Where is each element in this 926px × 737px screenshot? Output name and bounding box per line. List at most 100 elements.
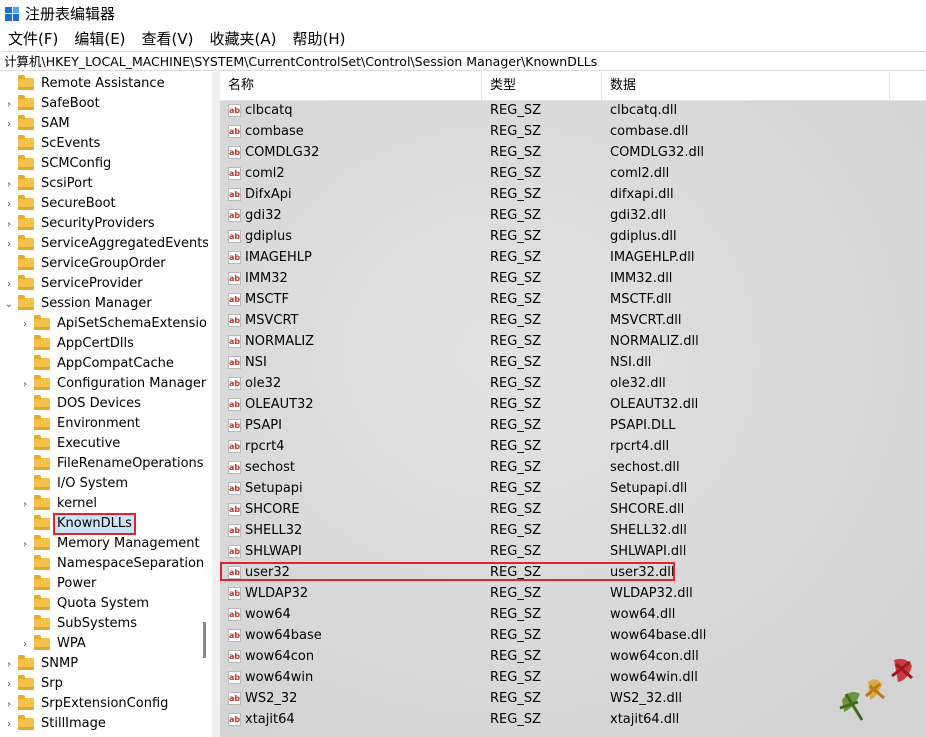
menu-file[interactable]: 文件(F) <box>0 28 66 50</box>
key-tree[interactable]: Remote Assistance › SafeBoot › SAM ScEvents SC… <box>0 72 208 737</box>
chevron-right-icon[interactable]: › <box>4 114 14 134</box>
tree-item[interactable]: › kernel <box>20 494 99 514</box>
value-row[interactable]: ab sechost REG_SZ sechost.dll <box>220 457 926 478</box>
value-row[interactable]: ab SHELL32 REG_SZ SHELL32.dll <box>220 520 926 541</box>
value-row[interactable]: ab DifxApi REG_SZ difxapi.dll <box>220 184 926 205</box>
tree-item[interactable]: › ApiSetSchemaExtensions <box>20 314 208 334</box>
chevron-right-icon[interactable]: › <box>4 674 14 694</box>
tree-item[interactable]: › SecurityProviders <box>4 214 157 234</box>
chevron-right-icon[interactable]: › <box>20 494 30 514</box>
chevron-right-icon[interactable]: › <box>4 214 14 234</box>
value-row[interactable]: ab gdiplus REG_SZ gdiplus.dll <box>220 226 926 247</box>
value-row[interactable]: ab NSI REG_SZ NSI.dll <box>220 352 926 373</box>
tree-item[interactable]: › Memory Management <box>20 534 202 554</box>
chevron-right-icon[interactable]: › <box>4 174 14 194</box>
tree-item[interactable]: ServiceGroupOrder <box>4 254 168 274</box>
chevron-right-icon[interactable]: › <box>4 654 14 674</box>
chevron-right-icon[interactable]: › <box>4 274 14 294</box>
value-row[interactable]: ab MSVCRT REG_SZ MSVCRT.dll <box>220 310 926 331</box>
column-header-data[interactable]: 数据 <box>602 72 890 100</box>
pane-splitter[interactable] <box>212 72 220 737</box>
value-row[interactable]: ab coml2 REG_SZ coml2.dll <box>220 163 926 184</box>
tree-item[interactable]: I/O System <box>20 474 130 494</box>
value-row[interactable]: ab OLEAUT32 REG_SZ OLEAUT32.dll <box>220 394 926 415</box>
value-type: REG_SZ <box>490 502 541 517</box>
tree-item[interactable]: Environment <box>20 414 142 434</box>
value-row[interactable]: ab clbcatq REG_SZ clbcatq.dll <box>220 100 926 121</box>
tree-item-label: SCMConfig <box>41 156 112 171</box>
tree-item[interactable]: ⌄ Session Manager <box>4 294 154 314</box>
folder-icon <box>34 595 50 610</box>
value-name: wow64con <box>245 649 315 664</box>
value-row[interactable]: ab MSCTF REG_SZ MSCTF.dll <box>220 289 926 310</box>
chevron-down-icon[interactable]: ⌄ <box>4 294 14 314</box>
value-row[interactable]: ab wow64con REG_SZ wow64con.dll <box>220 646 926 667</box>
value-row[interactable]: ab IMAGEHLP REG_SZ IMAGEHLP.dll <box>220 247 926 268</box>
menu-help[interactable]: 帮助(H) <box>284 28 353 50</box>
value-row[interactable]: ab rpcrt4 REG_SZ rpcrt4.dll <box>220 436 926 457</box>
value-row[interactable]: ab wow64win REG_SZ wow64win.dll <box>220 667 926 688</box>
value-row[interactable]: ab PSAPI REG_SZ PSAPI.DLL <box>220 415 926 436</box>
value-row[interactable]: ab xtajit64 REG_SZ xtajit64.dll <box>220 709 926 730</box>
tree-item[interactable]: FileRenameOperations <box>20 454 206 474</box>
menu-favorites[interactable]: 收藏夹(A) <box>202 28 285 50</box>
tree-scrollbar-thumb[interactable] <box>203 622 206 658</box>
tree-item[interactable]: Power <box>20 574 98 594</box>
tree-item[interactable]: › ScsiPort <box>4 174 95 194</box>
tree-item[interactable]: ScEvents <box>4 134 102 154</box>
chevron-right-icon[interactable]: › <box>20 314 30 334</box>
tree-item[interactable]: › SrpExtensionConfig <box>4 694 170 714</box>
chevron-right-icon[interactable]: › <box>20 374 30 394</box>
chevron-right-icon[interactable]: › <box>4 194 14 214</box>
tree-item[interactable]: DOS Devices <box>20 394 143 414</box>
value-row[interactable]: ab Setupapi REG_SZ Setupapi.dll <box>220 478 926 499</box>
tree-item[interactable]: › SAM <box>4 114 72 134</box>
chevron-right-icon[interactable]: › <box>20 534 30 554</box>
value-row[interactable]: ab gdi32 REG_SZ gdi32.dll <box>220 205 926 226</box>
chevron-right-icon[interactable]: › <box>4 694 14 714</box>
value-row[interactable]: ab SHCORE REG_SZ SHCORE.dll <box>220 499 926 520</box>
value-row[interactable]: ab WLDAP32 REG_SZ WLDAP32.dll <box>220 583 926 604</box>
value-row[interactable]: ab wow64 REG_SZ wow64.dll <box>220 604 926 625</box>
value-row[interactable]: ab combase REG_SZ combase.dll <box>220 121 926 142</box>
value-data: OLEAUT32.dll <box>610 397 699 412</box>
tree-item[interactable]: › ServiceAggregatedEvents <box>4 234 208 254</box>
value-row[interactable]: ab SHLWAPI REG_SZ SHLWAPI.dll <box>220 541 926 562</box>
tree-item[interactable]: › SNMP <box>4 654 80 674</box>
tree-item[interactable]: AppCertDlls <box>20 334 136 354</box>
chevron-right-icon[interactable]: › <box>4 714 14 734</box>
tree-item[interactable]: › SafeBoot <box>4 94 102 114</box>
value-row[interactable]: ab user32 REG_SZ user32.dll <box>220 562 926 583</box>
tree-item[interactable]: › Configuration Manager <box>20 374 208 394</box>
value-row[interactable]: ab WS2_32 REG_SZ WS2_32.dll <box>220 688 926 709</box>
chevron-right-icon[interactable]: › <box>20 634 30 654</box>
value-row[interactable]: ab COMDLG32 REG_SZ COMDLG32.dll <box>220 142 926 163</box>
tree-item[interactable]: › StillImage <box>4 714 108 734</box>
tree-item[interactable]: › SecureBoot <box>4 194 118 214</box>
value-row[interactable]: ab wow64base REG_SZ wow64base.dll <box>220 625 926 646</box>
tree-item[interactable]: KnownDLLs <box>20 513 136 535</box>
value-data: MSVCRT.dll <box>610 313 682 328</box>
value-row[interactable]: ab IMM32 REG_SZ IMM32.dll <box>220 268 926 289</box>
chevron-right-icon[interactable]: › <box>4 234 14 254</box>
tree-item[interactable]: Executive <box>20 434 122 454</box>
tree-item[interactable]: Quota System <box>20 594 151 614</box>
tree-item[interactable]: SCMConfig <box>4 154 113 174</box>
address-bar[interactable]: 计算机\HKEY_LOCAL_MACHINE\SYSTEM\CurrentCon… <box>0 51 926 71</box>
tree-item[interactable]: NamespaceSeparation <box>20 554 206 574</box>
tree-item[interactable]: › WPA <box>20 634 88 654</box>
tree-item[interactable]: AppCompatCache <box>20 354 176 374</box>
menu-view[interactable]: 查看(V) <box>134 28 202 50</box>
value-row[interactable]: ab NORMALIZ REG_SZ NORMALIZ.dll <box>220 331 926 352</box>
tree-item[interactable]: › ServiceProvider <box>4 274 145 294</box>
tree-item[interactable]: › Srp <box>4 674 65 694</box>
value-row[interactable]: ab ole32 REG_SZ ole32.dll <box>220 373 926 394</box>
chevron-right-icon[interactable]: › <box>4 94 14 114</box>
value-data: wow64base.dll <box>610 628 707 643</box>
tree-item[interactable]: Remote Assistance <box>4 74 167 94</box>
tree-item[interactable]: SubSystems <box>20 614 139 634</box>
column-header-name[interactable]: 名称 <box>220 72 482 100</box>
column-header-type[interactable]: 类型 <box>482 72 602 100</box>
menu-edit[interactable]: 编辑(E) <box>66 28 133 50</box>
string-value-icon: ab <box>228 587 241 600</box>
